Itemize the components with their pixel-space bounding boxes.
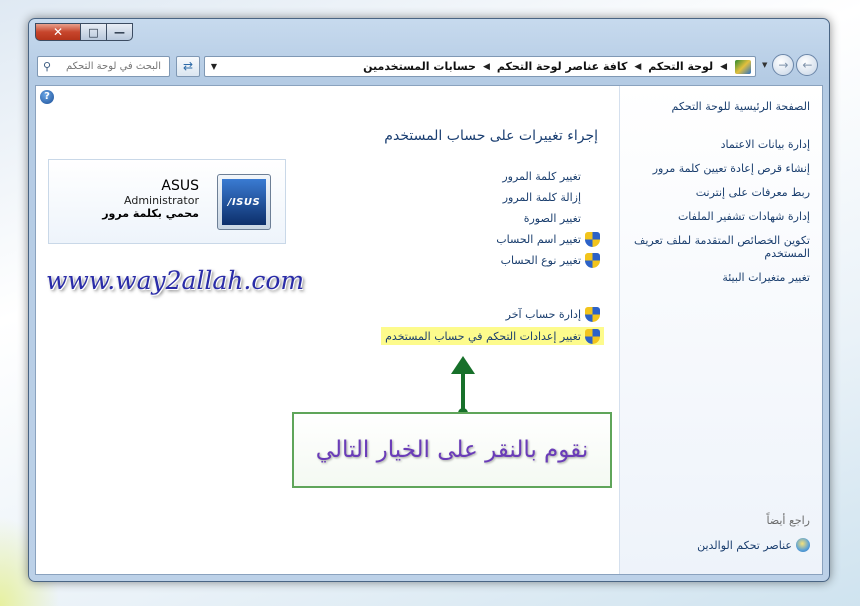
breadcrumb-separator[interactable]: ◀ (716, 62, 731, 72)
task-label: تغيير كلمة المرور (502, 169, 581, 183)
sidebar-links: إدارة بيانات الاعتماد إنشاء قرص إعادة تع… (628, 138, 810, 295)
see-also-label: راجع أيضاً (766, 514, 810, 527)
task-pane: الصفحة الرئيسية للوحة التحكم إدارة بيانا… (619, 86, 822, 574)
parental-controls-label: عناصر تحكم الوالدين (697, 538, 792, 552)
search-box[interactable]: ⚲ (37, 56, 170, 77)
sidebar-item-environment-variables[interactable]: تغيير متغيرات البيئة (628, 271, 810, 284)
task-label: إدارة حساب آخر (505, 307, 581, 321)
back-button[interactable]: ← (796, 54, 819, 76)
forward-button[interactable]: → (772, 54, 795, 76)
control-panel-icon (735, 59, 751, 74)
uac-shield-icon (585, 231, 600, 247)
sidebar-item-encryption-certificates[interactable]: إدارة شهادات تشفير الملفات (628, 210, 810, 223)
account-name: ASUS (161, 178, 199, 194)
avatar[interactable]: /ISUS (217, 174, 271, 230)
watermark-text: www.way2allah.com (46, 266, 305, 295)
breadcrumb-user-accounts[interactable]: حسابات المستخدمين (360, 60, 479, 73)
breadcrumb-all-items[interactable]: كافة عناصر لوحة التحكم (494, 60, 630, 73)
maximize-button[interactable]: □ (81, 23, 107, 41)
change-picture-link[interactable]: تغيير الصورة (496, 210, 581, 226)
parental-controls-link[interactable]: عناصر تحكم الوالدين (697, 538, 810, 552)
callout-text: نقوم بالنقر على الخيار التالي (315, 437, 589, 463)
task-label: تغيير الصورة (523, 211, 581, 225)
breadcrumb-separator[interactable]: ◀ (630, 62, 645, 72)
arrow-shaft (461, 370, 465, 412)
task-label: إزالة كلمة المرور (502, 190, 581, 204)
page-title: إجراء تغييرات على حساب المستخدم (384, 128, 598, 144)
account-tasks: تغيير كلمة المرور إزالة كلمة المرور تغيي… (496, 168, 600, 273)
change-account-type-link[interactable]: تغيير نوع الحساب (496, 252, 600, 268)
refresh-icon: ⇄ (182, 59, 194, 73)
change-uac-settings-link[interactable]: تغيير إعدادات التحكم في حساب المستخدم (381, 327, 604, 345)
minimize-button[interactable]: — (107, 23, 133, 41)
refresh-button[interactable]: ⇄ (176, 56, 200, 77)
caption-buttons: ✕ □ — (35, 23, 133, 41)
navigation-buttons: ▼ → ← (762, 54, 819, 76)
change-password-link[interactable]: تغيير كلمة المرور (496, 168, 581, 184)
change-account-name-link[interactable]: تغيير اسم الحساب (496, 231, 600, 247)
sidebar-item-advanced-profile[interactable]: تكوين الخصائص المتقدمة لملف تعريف المستخ… (628, 234, 810, 260)
task-label: تغيير نوع الحساب (500, 253, 581, 267)
help-button[interactable]: ? (40, 90, 54, 104)
recent-pages-chevron-icon[interactable]: ▼ (762, 61, 767, 69)
manage-another-account-link[interactable]: إدارة حساب آخر (381, 306, 600, 322)
pointer-arrow (451, 356, 475, 418)
sidebar-item-manage-credentials[interactable]: إدارة بيانات الاعتماد (628, 138, 810, 151)
remove-password-link[interactable]: إزالة كلمة المرور (496, 189, 581, 205)
account-type: Administrator (124, 194, 199, 207)
instruction-callout: نقوم بالنقر على الخيار التالي (292, 412, 612, 488)
uac-shield-icon (585, 252, 600, 268)
password-status: محمي بكلمة مرور (102, 207, 199, 220)
close-button[interactable]: ✕ (35, 23, 81, 41)
parental-controls-icon (796, 538, 810, 552)
uac-shield-icon (585, 306, 600, 322)
other-tasks: إدارة حساب آخر تغيير إعدادات التحكم في ح… (381, 306, 604, 350)
task-label: تغيير اسم الحساب (496, 232, 581, 246)
content-area: الصفحة الرئيسية للوحة التحكم إدارة بيانا… (35, 85, 823, 575)
task-label: تغيير إعدادات التحكم في حساب المستخدم (385, 329, 581, 343)
search-icon[interactable]: ⚲ (38, 60, 56, 73)
sidebar-item-link-online-ids[interactable]: ربط معرفات على إنترنت (628, 186, 810, 199)
address-bar[interactable]: ◀ لوحة التحكم ◀ كافة عناصر لوحة التحكم ◀… (204, 56, 756, 77)
account-picture: /ISUS (222, 179, 266, 225)
sidebar-item-password-reset-disk[interactable]: إنشاء قرص إعادة تعيين كلمة مرور (628, 162, 810, 175)
control-panel-window: ✕ □ — ⚲ ⇄ ◀ لوحة التحكم ◀ كافة عناصر لوح… (28, 18, 830, 582)
account-card: /ISUS ASUS Administrator محمي بكلمة مرور (48, 159, 286, 244)
account-info: ASUS Administrator محمي بكلمة مرور (102, 178, 199, 220)
breadcrumb-control-panel[interactable]: لوحة التحكم (645, 60, 716, 73)
breadcrumb-separator[interactable]: ◀ (479, 62, 494, 72)
control-panel-home-link[interactable]: الصفحة الرئيسية للوحة التحكم (672, 100, 810, 113)
uac-shield-icon (585, 328, 600, 344)
search-input[interactable] (56, 61, 161, 72)
address-dropdown-button[interactable]: ▼ (205, 62, 223, 71)
